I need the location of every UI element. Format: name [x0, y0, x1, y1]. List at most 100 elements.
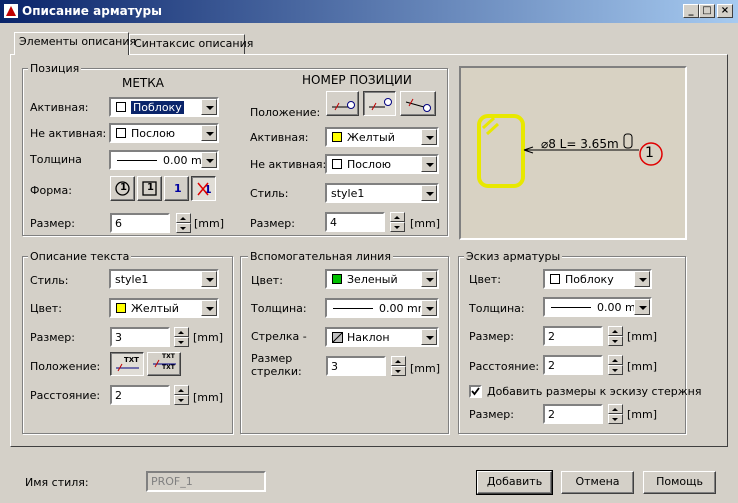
n-inactive-label: Не активная:	[250, 158, 327, 171]
chevron-down-icon[interactable]	[201, 99, 217, 115]
placement-left-button[interactable]	[326, 91, 359, 116]
chevron-down-icon[interactable]	[421, 185, 437, 201]
text-size-value: 3	[115, 331, 122, 344]
style-name-field[interactable]: PROF_1	[146, 471, 266, 492]
sketch-size2-input[interactable]: 2	[543, 404, 603, 424]
text-size-unit: [mm]	[193, 331, 224, 344]
slash-arrow-icon	[332, 332, 343, 343]
sketch-size-label: Размер:	[469, 330, 514, 343]
n-inactive-combo[interactable]: Послою	[325, 154, 439, 174]
text-style-value: style1	[115, 273, 149, 286]
line-sample	[551, 307, 591, 308]
chevron-down-icon[interactable]	[201, 152, 217, 168]
text-color-label: Цвет:	[30, 302, 62, 315]
aux-arrow-size-label2: стрелки:	[251, 365, 302, 378]
title-bar[interactable]: Описание арматуры _ □ ×	[0, 0, 738, 23]
aux-arrow-size-value: 3	[331, 360, 338, 373]
line-sample	[333, 308, 373, 309]
maximize-icon: □	[702, 5, 712, 16]
text-distance-input[interactable]: 2	[110, 385, 170, 405]
sketch-size2-spinner[interactable]	[608, 404, 623, 424]
spin-up-icon	[608, 355, 623, 365]
style-combo[interactable]: style1	[325, 183, 439, 203]
n-size-unit: [mm]	[410, 217, 441, 230]
text-distance-spinner[interactable]	[174, 385, 189, 405]
spin-down-icon	[390, 222, 405, 232]
size-input[interactable]: 6	[110, 213, 170, 233]
active-combo[interactable]: Поблоку	[109, 97, 219, 117]
aux-arrow-combo[interactable]: Наклон	[325, 327, 439, 347]
n-size-spinner[interactable]	[390, 212, 405, 232]
text-size-spinner[interactable]	[174, 327, 189, 347]
text-placement-above-button[interactable]: TXT	[110, 352, 144, 376]
preview-pane: ⌀8 L= 3.65m 1	[459, 66, 687, 240]
size-spinner[interactable]	[176, 213, 191, 233]
text-size-input[interactable]: 3	[110, 327, 170, 347]
chevron-down-icon[interactable]	[634, 299, 650, 315]
inactive-label: Не активная:	[30, 127, 107, 140]
sketch-distance-spinner[interactable]	[608, 355, 623, 375]
add-button[interactable]: Добавить	[476, 470, 553, 495]
aux-arrow-size-spinner[interactable]	[391, 356, 406, 376]
spin-down-icon	[174, 395, 189, 405]
nomer-title: НОМЕР ПОЗИЦИИ	[302, 73, 412, 87]
cancel-button[interactable]: Отмена	[561, 471, 634, 494]
sketch-size-spinner[interactable]	[608, 326, 623, 346]
close-button[interactable]: ×	[717, 4, 733, 18]
n-active-label: Активная:	[250, 131, 309, 144]
app-icon	[4, 4, 18, 18]
inactive-combo[interactable]: Послою	[109, 123, 219, 143]
placement-right-button[interactable]	[400, 91, 436, 116]
aux-thickness-combo[interactable]: 0.00 mm	[325, 298, 439, 318]
chevron-down-icon[interactable]	[421, 156, 437, 172]
n-active-combo[interactable]: Желтый	[325, 127, 439, 147]
minimize-button[interactable]: _	[683, 4, 699, 18]
chevron-down-icon[interactable]	[201, 271, 217, 287]
window-title: Описание арматуры	[22, 4, 162, 18]
sketch-color-combo[interactable]: Поблоку	[543, 269, 652, 289]
text-color-value: Желтый	[131, 302, 179, 315]
sketch-thickness-label: Толщина:	[469, 302, 525, 315]
chevron-down-icon[interactable]	[201, 125, 217, 141]
chevron-down-icon[interactable]	[421, 329, 437, 345]
sketch-distance-input[interactable]: 2	[543, 355, 603, 375]
chevron-down-icon[interactable]	[634, 271, 650, 287]
tab-elements[interactable]: Элементы описания	[14, 32, 136, 55]
text-color-combo[interactable]: Желтый	[109, 298, 219, 318]
tab-syntax[interactable]: Синтаксис описания	[129, 34, 253, 54]
placement-mid-button[interactable]	[363, 91, 396, 116]
add-dims-checkbox[interactable]	[469, 385, 482, 398]
chevron-down-icon[interactable]	[421, 129, 437, 145]
chevron-down-icon[interactable]	[421, 300, 437, 316]
sketch-thickness-combo[interactable]: 0.00 mr	[543, 297, 652, 317]
n-size-value: 4	[330, 216, 337, 229]
chevron-down-icon[interactable]	[421, 271, 437, 287]
maximize-button[interactable]: □	[699, 4, 715, 18]
form-square-button[interactable]: 1	[137, 176, 162, 201]
sketch-distance-unit: [mm]	[627, 360, 658, 373]
thickness-combo[interactable]: 0.00 mr	[109, 150, 219, 170]
spin-up-icon	[174, 327, 189, 337]
form-none-button[interactable]: 1	[191, 176, 216, 201]
text-btn2b-label: TXT	[162, 364, 175, 371]
chevron-down-icon[interactable]	[201, 300, 217, 316]
size-unit: [mm]	[194, 217, 225, 230]
thickness-label: Толщина	[30, 153, 82, 166]
sketch-size-input[interactable]: 2	[543, 326, 603, 346]
text-placement-both-button[interactable]: TXT TXT	[147, 352, 181, 376]
aux-arrow-size-input[interactable]: 3	[326, 356, 386, 376]
n-size-label: Размер:	[250, 217, 295, 230]
style-name-label: Имя стиля:	[25, 476, 89, 489]
cross-icon	[197, 182, 209, 196]
tab-elements-label: Элементы описания	[19, 35, 137, 48]
text-style-combo[interactable]: style1	[109, 269, 219, 289]
help-button[interactable]: Помощь	[643, 471, 716, 494]
sketch-size-value: 2	[548, 330, 555, 343]
form-plain-button[interactable]: 1	[164, 176, 189, 201]
aux-color-combo[interactable]: Зеленый	[325, 269, 439, 289]
form-circle-button[interactable]: 1	[110, 176, 135, 201]
add-dims-label[interactable]: Добавить размеры к эскизу стержня	[487, 385, 701, 398]
color-swatch	[116, 102, 126, 112]
n-size-input[interactable]: 4	[325, 212, 385, 232]
aux-thickness-label: Толщина:	[251, 302, 307, 315]
